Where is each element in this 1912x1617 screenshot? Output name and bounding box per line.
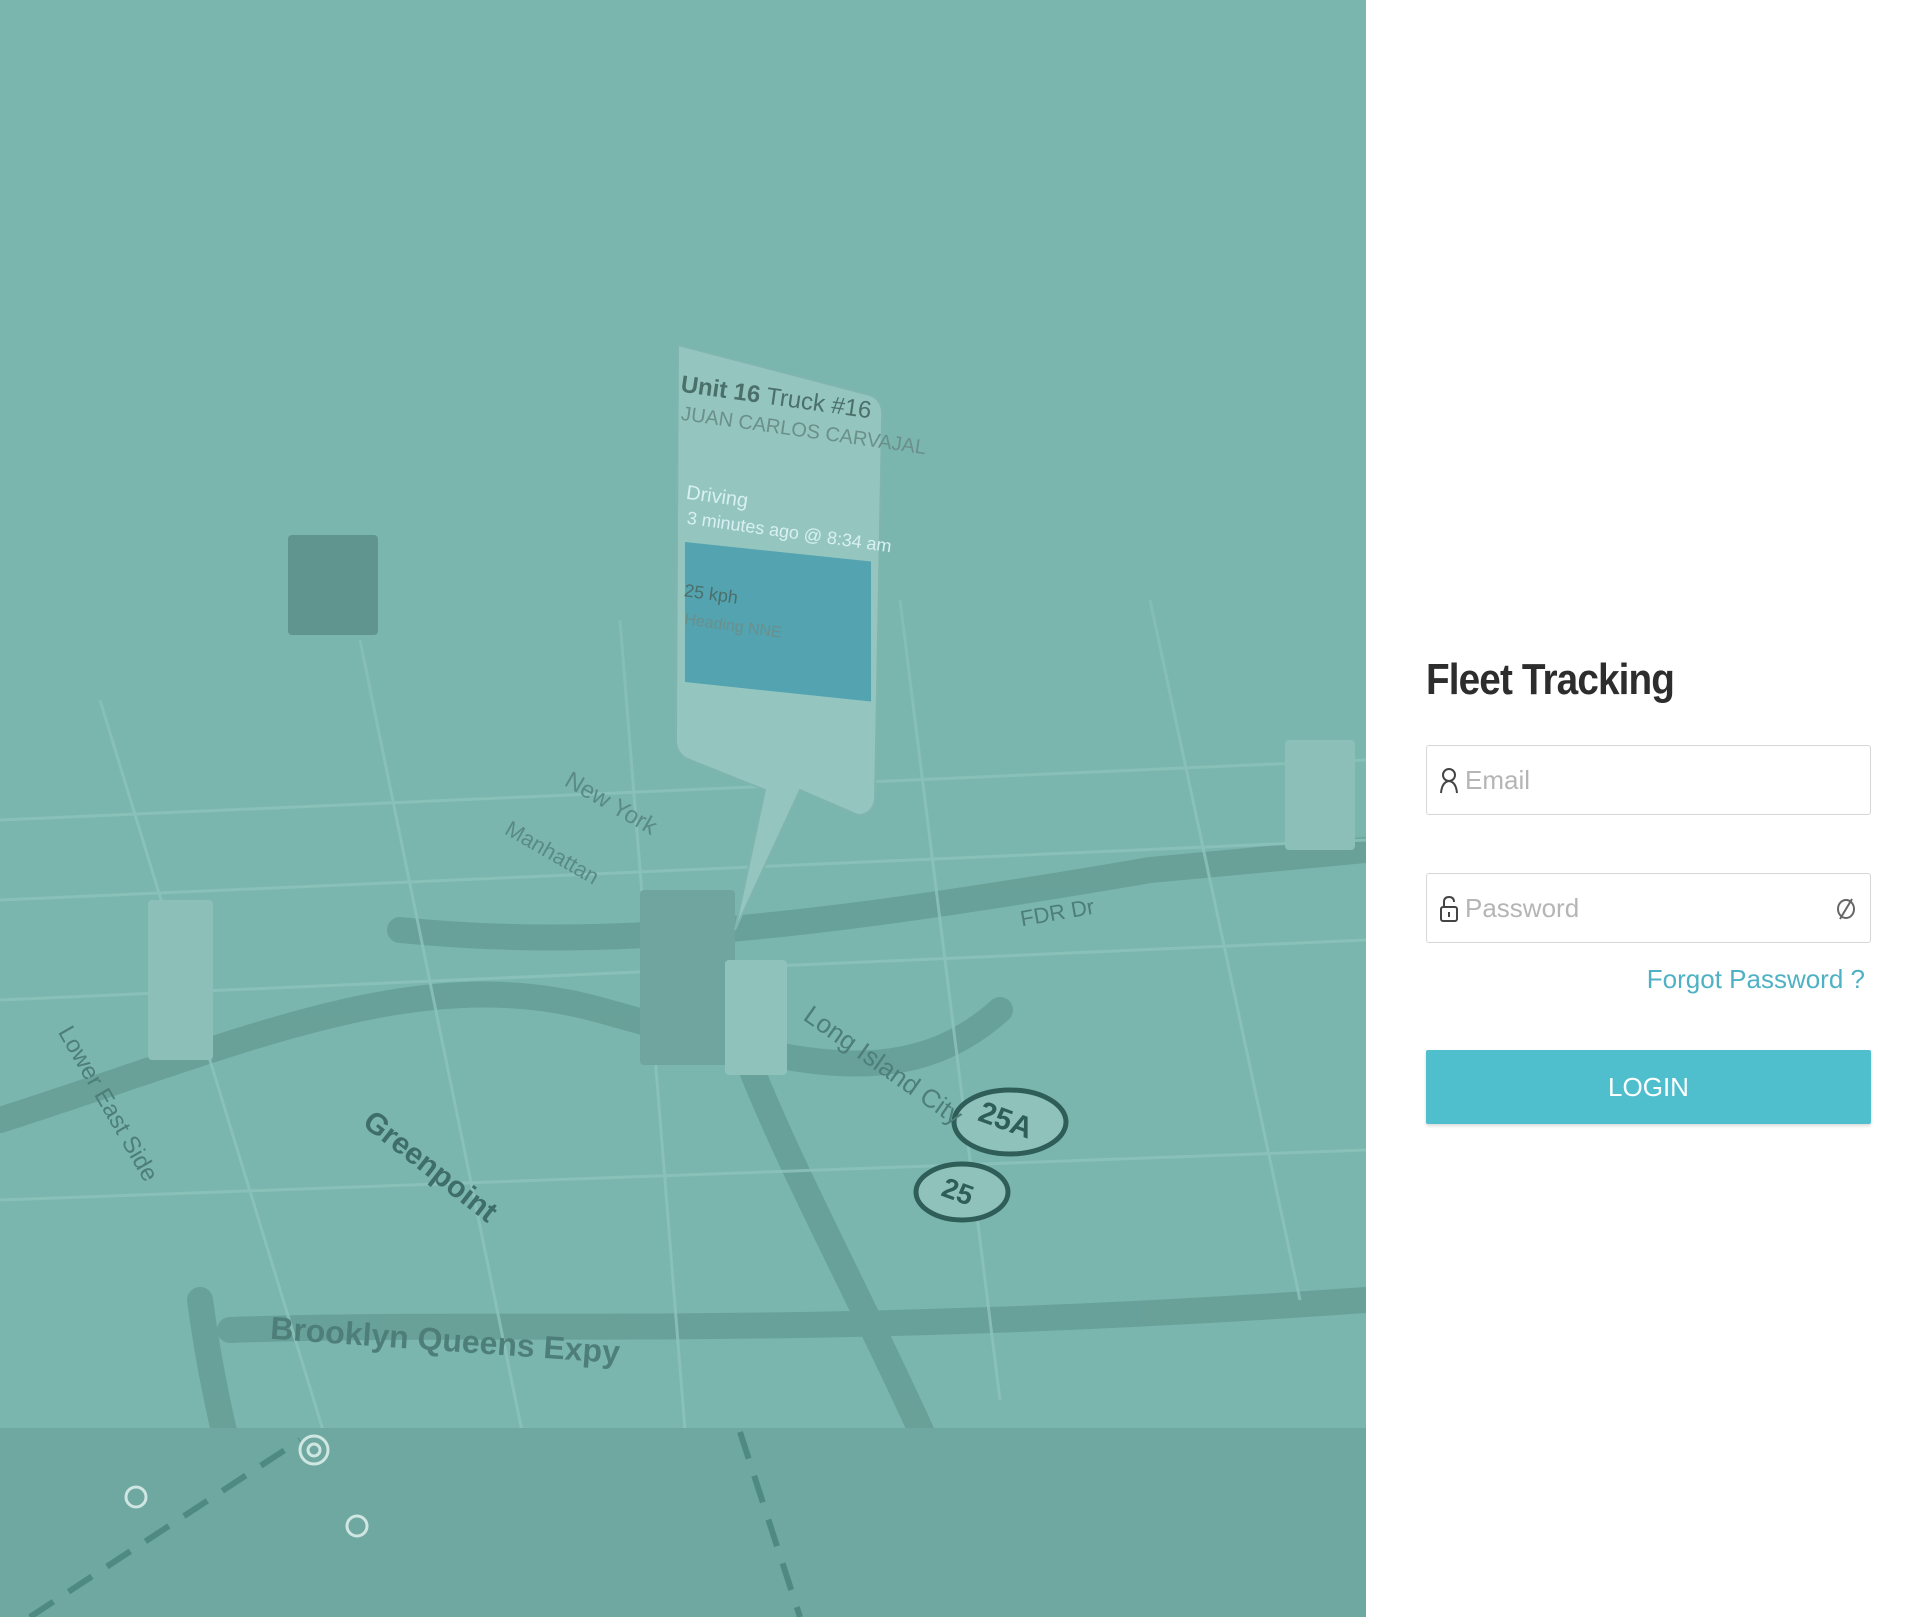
route-shield-25: 25 [937, 1171, 978, 1212]
map-label-fdr: FDR Dr [1018, 893, 1097, 932]
map-label-long-island: Long Island City [798, 999, 969, 1131]
eye-off-icon[interactable] [1834, 897, 1858, 921]
map-label-new-york: New York [560, 766, 662, 841]
forgot-password-link[interactable]: Forgot Password ? [1426, 963, 1865, 995]
map-label-bqe: Brooklyn Queens Expy [269, 1309, 622, 1371]
login-panel: Fleet Tracking Forgot Password ? LOGIN [1426, 650, 1871, 1124]
password-field[interactable] [1426, 873, 1871, 943]
route-shield-25a: 25A [974, 1095, 1038, 1146]
page-title: Fleet Tracking [1426, 655, 1675, 704]
popup-speed: 25 kph [682, 580, 740, 608]
user-icon [1440, 768, 1458, 794]
map-label-manhattan: Manhattan [500, 815, 604, 890]
popup-unit: Unit 16 [679, 370, 763, 409]
map-label-lower-east-side: Lower East Side [52, 1021, 164, 1187]
email-field[interactable] [1426, 745, 1871, 815]
login-button[interactable]: LOGIN [1426, 1050, 1871, 1124]
map-text-layer: Unit 16 Truck #16 JUAN CARLOS CARVAJAL D… [0, 0, 1366, 1617]
map-label-greenpoint: Greenpoint [357, 1104, 504, 1229]
popup-heading: Heading NNE [683, 611, 783, 642]
password-input[interactable] [1465, 874, 1826, 942]
hero-background: Unit 16 Truck #16 JUAN CARLOS CARVAJAL D… [0, 0, 1366, 1617]
email-input[interactable] [1465, 746, 1826, 814]
popup-status-time: 3 minutes ago @ 8:34 am [685, 507, 893, 557]
lock-icon [1440, 895, 1458, 922]
